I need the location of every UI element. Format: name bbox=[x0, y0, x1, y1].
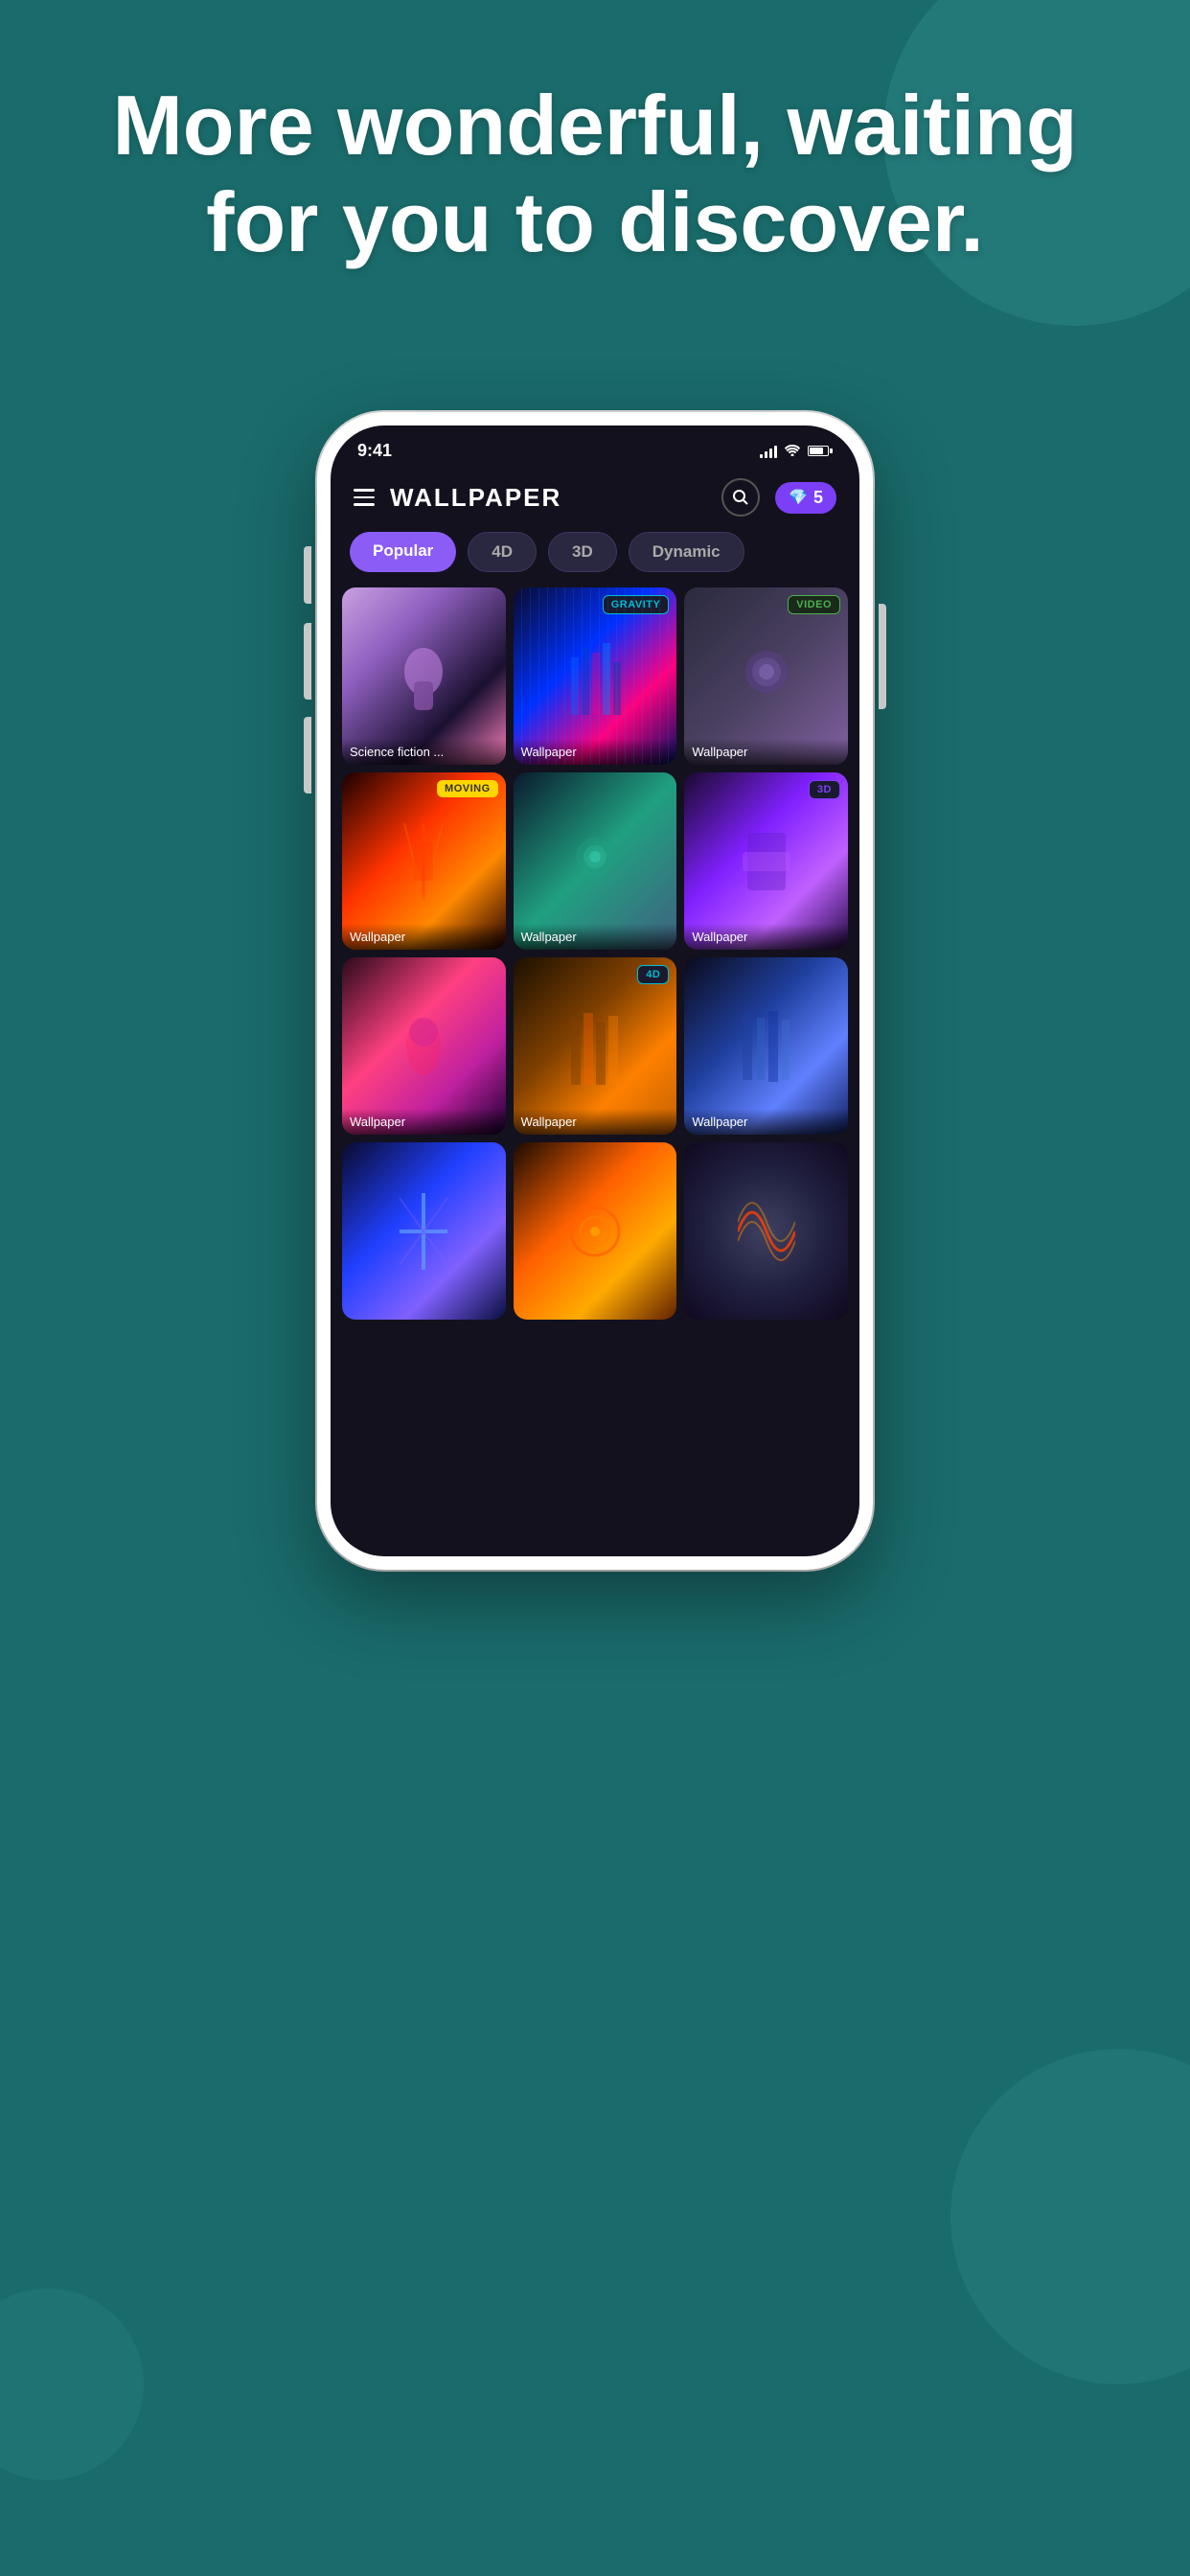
wallpaper-grid: Science fiction ... GRAVITY bbox=[331, 587, 859, 1320]
wallpaper-item[interactable]: MOVING Wallpaper bbox=[342, 772, 506, 950]
wallpaper-thumbnail bbox=[684, 1142, 848, 1320]
gems-badge[interactable]: 💎 5 bbox=[775, 482, 836, 514]
wallpaper-thumbnail bbox=[514, 1142, 677, 1320]
tab-popular[interactable]: Popular bbox=[350, 532, 456, 572]
wallpaper-item[interactable]: Wallpaper bbox=[514, 772, 677, 950]
power-button bbox=[879, 604, 886, 709]
search-button[interactable] bbox=[721, 478, 760, 517]
status-time: 9:41 bbox=[357, 441, 392, 461]
wallpaper-label: Wallpaper bbox=[684, 739, 848, 765]
volume-silent-button bbox=[304, 546, 311, 604]
badge-moving: MOVING bbox=[437, 780, 498, 797]
wallpaper-item[interactable] bbox=[514, 1142, 677, 1320]
wallpaper-label: Wallpaper bbox=[342, 1109, 506, 1135]
wallpaper-item[interactable]: 4D Wallpaper bbox=[514, 957, 677, 1135]
volume-down-button bbox=[304, 717, 311, 794]
wallpaper-item[interactable]: Science fiction ... bbox=[342, 587, 506, 765]
bg-decoration-bottom-right bbox=[950, 2049, 1190, 2384]
wallpaper-item[interactable]: Wallpaper bbox=[684, 957, 848, 1135]
tab-3d[interactable]: 3D bbox=[548, 532, 617, 572]
wallpaper-label: Wallpaper bbox=[684, 1109, 848, 1135]
battery-icon bbox=[808, 446, 833, 456]
wallpaper-item[interactable] bbox=[342, 1142, 506, 1320]
menu-button[interactable] bbox=[354, 489, 375, 506]
gems-count: 5 bbox=[813, 488, 823, 508]
phone-screen: 9:41 bbox=[331, 426, 859, 1556]
category-tabs: Popular 4D 3D Dynamic bbox=[331, 532, 859, 587]
hero-section: More wonderful, waiting for you to disco… bbox=[57, 77, 1133, 270]
wallpaper-thumbnail bbox=[342, 1142, 506, 1320]
wallpaper-item[interactable]: GRAVITY Wallpaper bbox=[514, 587, 677, 765]
phone-frame: 9:41 bbox=[317, 412, 873, 1570]
header-right: 💎 5 bbox=[721, 478, 836, 517]
status-bar: 9:41 bbox=[331, 426, 859, 469]
wallpaper-item[interactable]: Wallpaper bbox=[342, 957, 506, 1135]
wallpaper-label: Wallpaper bbox=[342, 924, 506, 950]
wallpaper-label: Wallpaper bbox=[514, 1109, 677, 1135]
wallpaper-label: Wallpaper bbox=[684, 924, 848, 950]
wallpaper-label: Science fiction ... bbox=[342, 739, 506, 765]
badge-3d: 3D bbox=[809, 780, 840, 799]
wifi-icon bbox=[785, 444, 800, 459]
phone-mockup: 9:41 bbox=[317, 412, 873, 1570]
bg-decoration-bottom-left bbox=[0, 2288, 144, 2480]
badge-gravity: GRAVITY bbox=[603, 595, 670, 614]
gem-icon: 💎 bbox=[789, 488, 808, 507]
wallpaper-label: Wallpaper bbox=[514, 739, 677, 765]
tab-dynamic[interactable]: Dynamic bbox=[629, 532, 744, 572]
tab-4d[interactable]: 4D bbox=[468, 532, 537, 572]
wallpaper-item[interactable] bbox=[684, 1142, 848, 1320]
badge-4d: 4D bbox=[637, 965, 669, 984]
wallpaper-item[interactable]: VIDEO Wallpaper bbox=[684, 587, 848, 765]
signal-icon bbox=[760, 445, 777, 458]
volume-up-button bbox=[304, 623, 311, 700]
app-header: WALLPAPER 💎 5 bbox=[331, 469, 859, 532]
hero-title: More wonderful, waiting for you to disco… bbox=[57, 77, 1133, 270]
app-title: WALLPAPER bbox=[390, 483, 561, 513]
wallpaper-thumbnail bbox=[514, 587, 677, 765]
wallpaper-label: Wallpaper bbox=[514, 924, 677, 950]
wallpaper-item[interactable]: 3D Wallpaper bbox=[684, 772, 848, 950]
header-left: WALLPAPER bbox=[354, 483, 561, 513]
status-icons bbox=[760, 444, 833, 459]
badge-video: VIDEO bbox=[788, 595, 840, 614]
